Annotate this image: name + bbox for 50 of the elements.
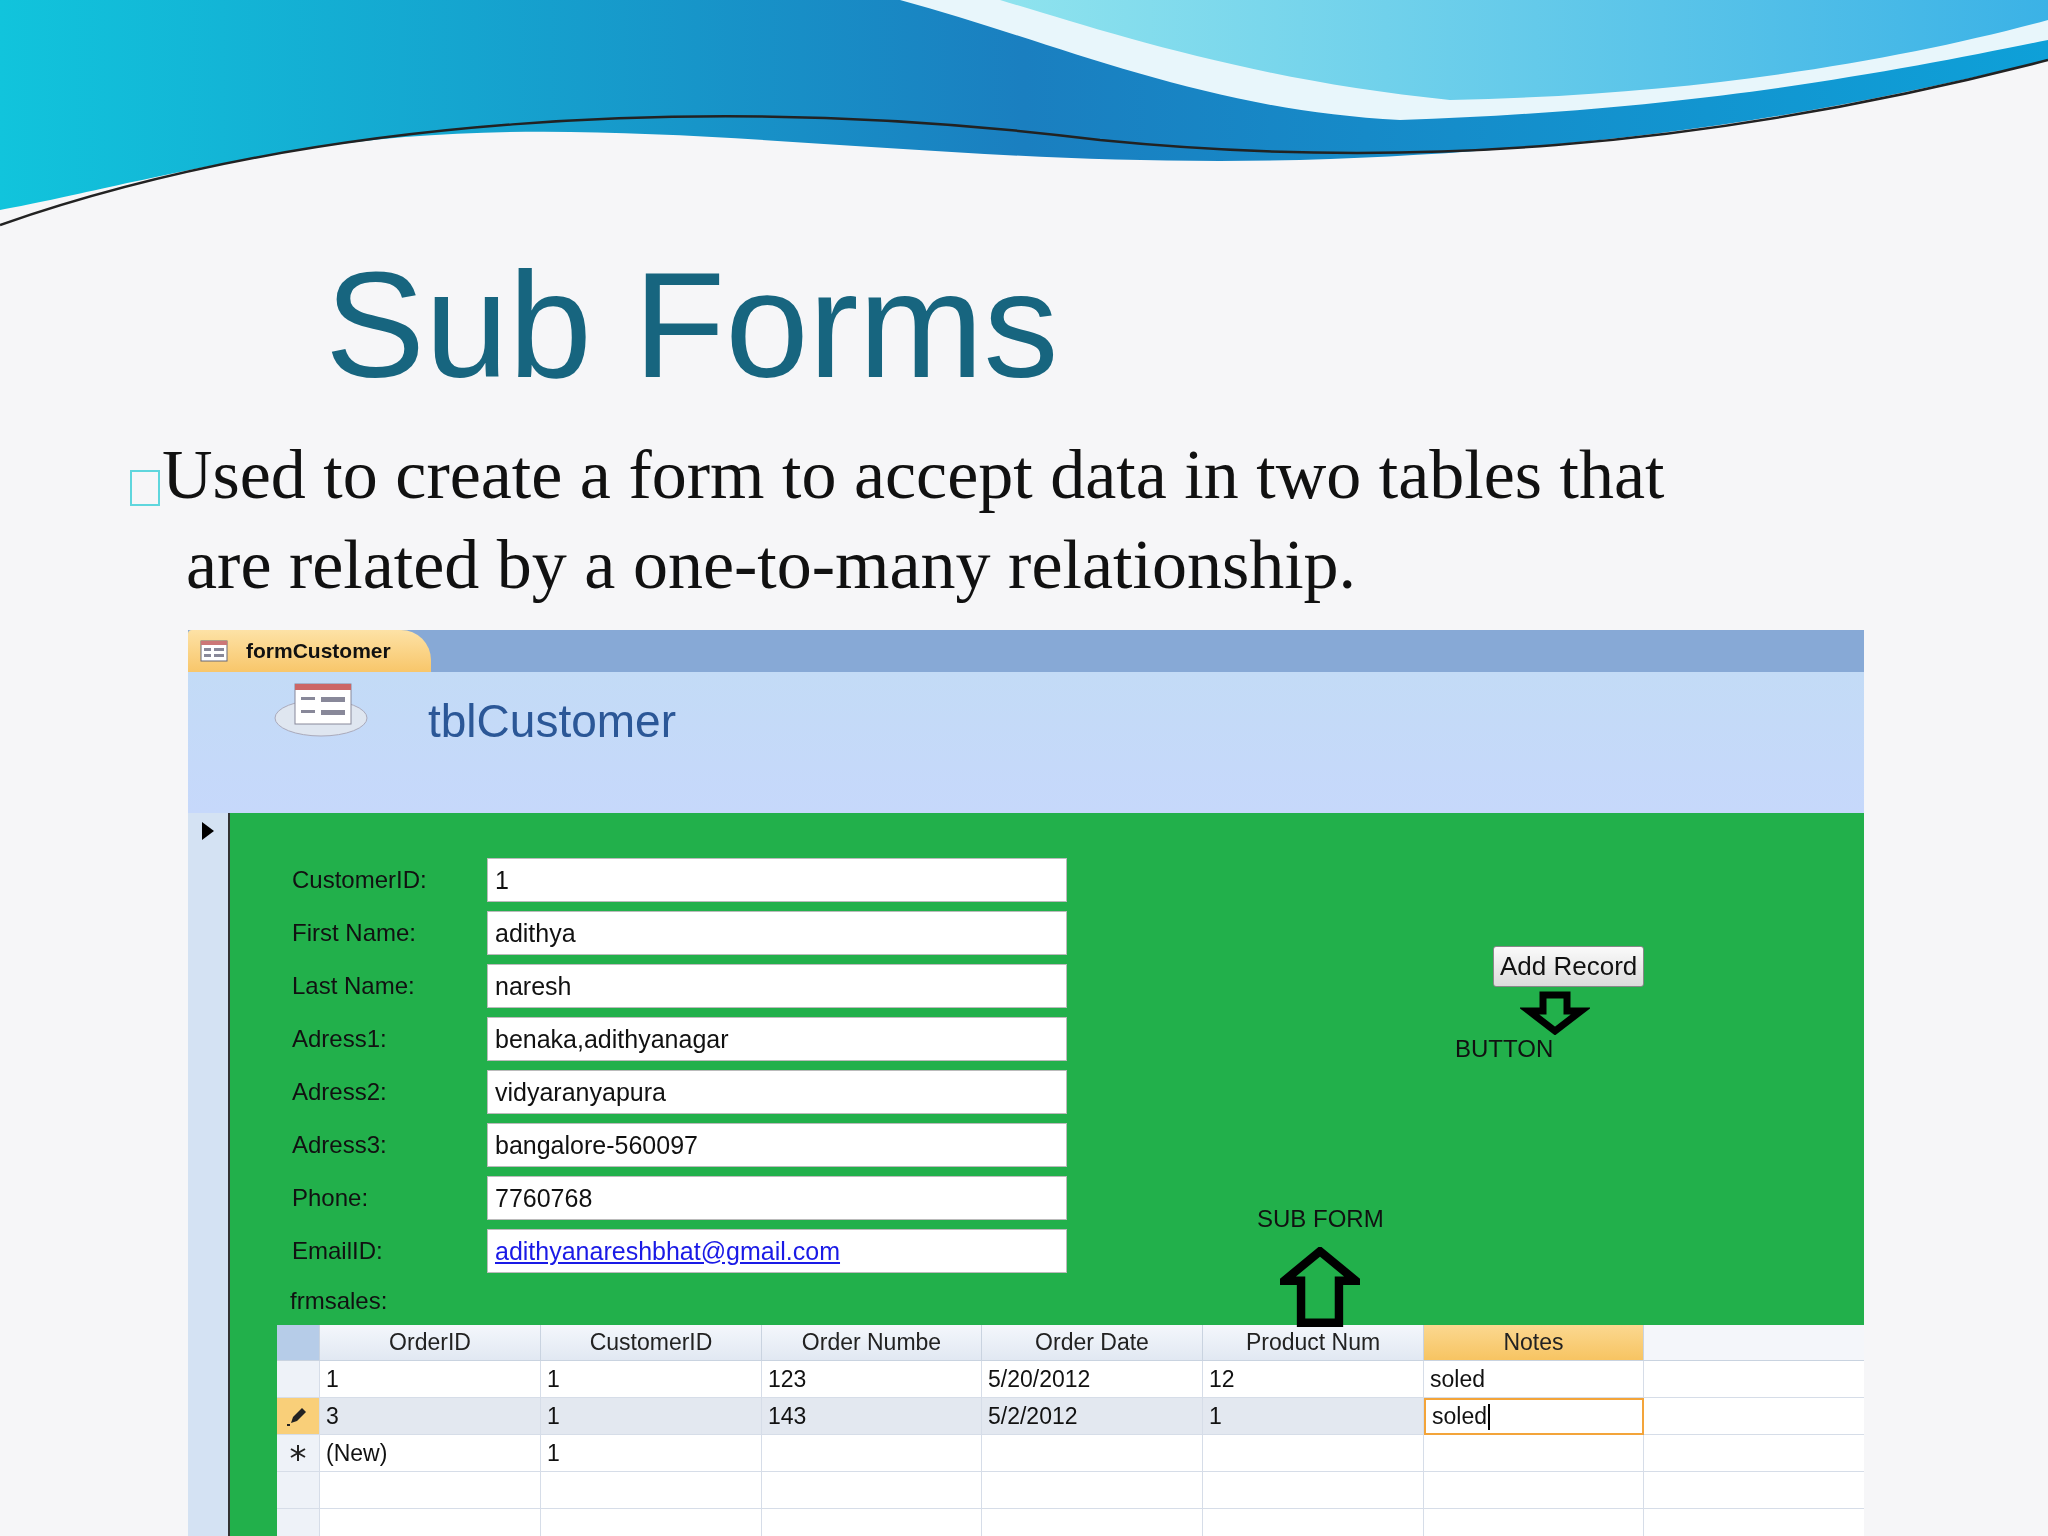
column-header[interactable]: CustomerID [541, 1325, 762, 1361]
select-all-corner[interactable] [277, 1325, 320, 1361]
column-header[interactable]: Notes [1424, 1325, 1644, 1361]
table-cell: 143 [762, 1398, 982, 1435]
text-field[interactable]: vidyaranyapura [487, 1070, 1067, 1114]
field-label: EmailID: [292, 1237, 384, 1265]
row-selector[interactable] [277, 1398, 320, 1435]
column-header[interactable]: Order Numbe [762, 1325, 982, 1361]
slide-title: Sub Forms [324, 240, 1060, 411]
column-header[interactable]: OrderID [320, 1325, 541, 1361]
table-cell: soled [1424, 1398, 1644, 1435]
form-tab[interactable]: formCustomer [188, 630, 431, 672]
form-header-title: tblCustomer [428, 694, 676, 748]
table-cell: 1 [541, 1435, 762, 1472]
table-cell: (New) [320, 1435, 541, 1472]
text-field[interactable]: 7760768 [487, 1176, 1067, 1220]
text-field[interactable]: benaka,adithyanagar [487, 1017, 1067, 1061]
text-field[interactable]: adithyanareshbhat@gmail.com [487, 1229, 1067, 1273]
field-label: Adress3: [292, 1131, 388, 1159]
bullet-text: are related by a one-to-many relationship. [186, 525, 1357, 605]
form-icon [200, 640, 228, 662]
bullet-text: Used to create a form to accept data in two tables that [162, 435, 1665, 515]
field-label: Last Name: [292, 972, 416, 1000]
bullet-icon [130, 470, 160, 506]
text-field[interactable]: 1 [487, 858, 1067, 902]
table-cell: 5/2/2012 [982, 1398, 1203, 1435]
field-label: CustomerID: [292, 866, 428, 894]
field-label: First Name: [292, 919, 417, 947]
table-cell: 1 [1203, 1398, 1424, 1435]
email-link[interactable]: adithyanareshbhat@gmail.com [495, 1236, 840, 1266]
table-cell: 1 [541, 1398, 762, 1435]
column-header[interactable]: Product Num [1203, 1325, 1424, 1361]
text-field[interactable]: adithya [487, 911, 1067, 955]
record-pointer-icon [201, 821, 215, 841]
text-field[interactable]: bangalore-560097 [487, 1123, 1067, 1167]
field-label: Adress2: [292, 1078, 388, 1106]
annotation-label: BUTTON [1455, 1035, 1554, 1063]
asterisk-icon [289, 1444, 307, 1462]
column-header[interactable]: Order Date [982, 1325, 1203, 1361]
field-label: Adress1: [292, 1025, 388, 1053]
pencil-icon [287, 1405, 309, 1427]
row-selector[interactable] [277, 1435, 320, 1472]
add-record-button[interactable]: Add Record [1493, 946, 1645, 987]
down-arrow-icon [1520, 991, 1590, 1035]
text-field[interactable]: naresh [487, 964, 1067, 1008]
up-arrow-icon [1280, 1247, 1360, 1327]
field-label: Phone: [292, 1184, 370, 1212]
annotation-label: SUB FORM [1257, 1205, 1384, 1233]
table-cell: 3 [320, 1398, 541, 1435]
subform-label: frmsales: [290, 1287, 389, 1316]
